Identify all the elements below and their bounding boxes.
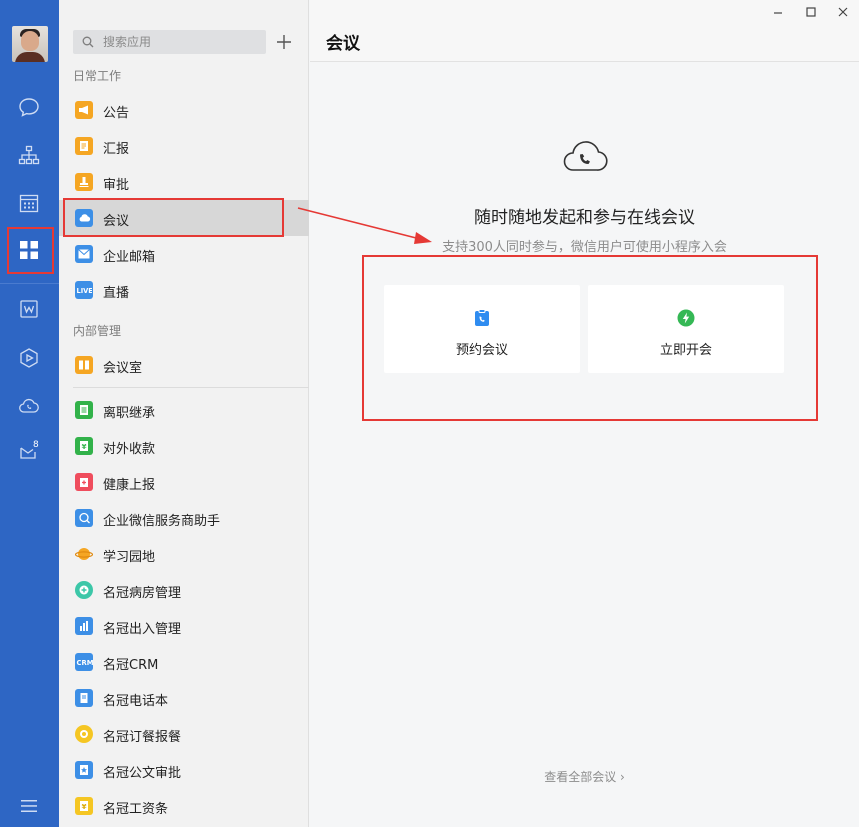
app-item-meeting-room[interactable]: 会议室	[59, 347, 309, 383]
card-label: 立即开会	[659, 343, 712, 358]
app-item-report[interactable]: 汇报	[59, 128, 309, 164]
cloud-phone-icon	[560, 135, 610, 179]
announcement-icon	[75, 101, 93, 119]
minimize-icon	[774, 12, 782, 14]
document-approval-icon	[75, 761, 93, 779]
payment-icon: ¥	[75, 437, 93, 455]
workbench-highlight-box	[7, 227, 54, 274]
meeting-room-icon	[75, 356, 93, 374]
add-app-button[interactable]	[273, 31, 295, 53]
start-meeting-icon	[677, 309, 695, 327]
chat-icon[interactable]	[17, 95, 41, 119]
access-icon	[75, 617, 93, 635]
app-label: 对外收款	[103, 442, 156, 457]
app-label: 会议室	[103, 361, 143, 376]
maximize-button[interactable]	[802, 3, 820, 21]
app-label: 名冠CRM	[103, 658, 159, 673]
org-chart-icon[interactable]	[17, 143, 41, 167]
ward-icon	[75, 581, 93, 599]
section-title-internal: 内部管理	[73, 324, 122, 338]
app-item-enterprise-mail[interactable]: 企业邮箱	[59, 236, 309, 272]
app-item-resign-inherit[interactable]: 离职继承	[59, 392, 309, 428]
app-label: 名冠电话本	[103, 694, 169, 709]
search-input[interactable]	[103, 33, 258, 51]
app-label: 名冠公文审批	[103, 766, 182, 781]
app-item-payment[interactable]: ¥ 对外收款	[59, 428, 309, 464]
app-label: 汇报	[103, 142, 130, 157]
wedrive-icon[interactable]	[17, 346, 41, 370]
report-icon	[75, 137, 93, 155]
maximize-icon	[806, 7, 816, 17]
app-item-live[interactable]: LIVE 直播	[59, 272, 309, 308]
menu-icon[interactable]	[17, 794, 41, 818]
phonebook-icon	[75, 689, 93, 707]
service-assistant-icon	[75, 509, 93, 527]
app-item-phonebook[interactable]: 名冠电话本	[59, 680, 309, 716]
app-item-document-approval[interactable]: 名冠公文审批	[59, 752, 309, 788]
app-label: 企业邮箱	[103, 250, 156, 265]
plus-icon	[277, 35, 291, 49]
app-label: 名冠病房管理	[103, 586, 182, 601]
approval-icon	[75, 173, 93, 191]
app-item-approval[interactable]: 审批	[59, 164, 309, 200]
main-panel: 会议 随时随地发起和参与在线会议 支持300人同时参与，微信用户可使用小程序入会…	[310, 0, 859, 827]
app-item-access[interactable]: 名冠出入管理	[59, 608, 309, 644]
app-label: 公告	[103, 106, 130, 121]
app-label: 名冠工资条	[103, 802, 169, 817]
app-item-crm[interactable]: CRM 名冠CRM	[59, 644, 309, 680]
app-label: 企业微信服务商助手	[103, 514, 221, 529]
resign-inherit-icon	[75, 401, 93, 419]
meeting-phone-icon[interactable]	[17, 394, 41, 418]
schedule-meeting-icon	[473, 309, 491, 327]
app-label: 学习园地	[103, 550, 156, 565]
svg-text:CRM: CRM	[76, 659, 93, 666]
app-item-learning[interactable]: 学习园地	[59, 536, 309, 572]
schedule-meeting-button[interactable]: 预约会议	[384, 285, 580, 373]
calendar-icon[interactable]	[17, 191, 41, 215]
app-label: 直播	[103, 286, 130, 301]
payslip-icon: ¥	[75, 797, 93, 815]
section-title-daily: 日常工作	[73, 69, 122, 83]
meeting-highlight-box	[63, 198, 284, 237]
app-item-service-assistant[interactable]: 企业微信服务商助手	[59, 500, 309, 536]
search-icon	[82, 36, 94, 48]
weidoc-icon[interactable]	[17, 297, 41, 321]
page-title: 会议	[326, 34, 360, 54]
title-bar: 会议	[310, 0, 859, 62]
app-label: 名冠出入管理	[103, 622, 182, 637]
svg-text:¥: ¥	[82, 443, 87, 451]
app-item-meal-order[interactable]: 名冠订餐报餐	[59, 716, 309, 752]
meal-order-icon	[75, 725, 93, 743]
close-icon	[838, 7, 848, 17]
card-label: 预约会议	[455, 343, 508, 358]
annotation-arrow	[297, 207, 432, 244]
app-item-announcement[interactable]: 公告	[59, 92, 309, 128]
view-all-meetings-link[interactable]: 查看全部会议 ›	[310, 768, 859, 785]
app-label: 离职继承	[103, 406, 156, 421]
avatar[interactable]	[12, 26, 48, 62]
search-box[interactable]	[73, 30, 266, 54]
app-list-panel: 日常工作 公告 汇报 审批 会议 企业邮箱 LIVE 直播	[59, 0, 309, 827]
app-label: 健康上报	[103, 478, 156, 493]
app-item-ward[interactable]: 名冠病房管理	[59, 572, 309, 608]
close-button[interactable]	[834, 3, 852, 21]
start-meeting-button[interactable]: 立即开会	[588, 285, 784, 373]
health-report-icon	[75, 473, 93, 491]
svg-text:¥: ¥	[82, 803, 87, 811]
rail-divider	[0, 283, 59, 284]
nav-rail: 8	[0, 0, 59, 827]
crm-icon: CRM	[75, 653, 93, 671]
app-item-health-report[interactable]: 健康上报	[59, 464, 309, 500]
app-label: 名冠订餐报餐	[103, 730, 182, 745]
mail-icon	[75, 245, 93, 263]
planet-icon	[75, 545, 93, 563]
mail-badge: 8	[33, 440, 39, 450]
app-item-payslip[interactable]: ¥ 名冠工资条	[59, 788, 309, 824]
list-divider	[73, 387, 309, 388]
app-label: 审批	[103, 178, 130, 193]
minimize-button[interactable]	[769, 3, 787, 21]
svg-text:LIVE: LIVE	[77, 287, 93, 294]
live-icon: LIVE	[75, 281, 93, 299]
